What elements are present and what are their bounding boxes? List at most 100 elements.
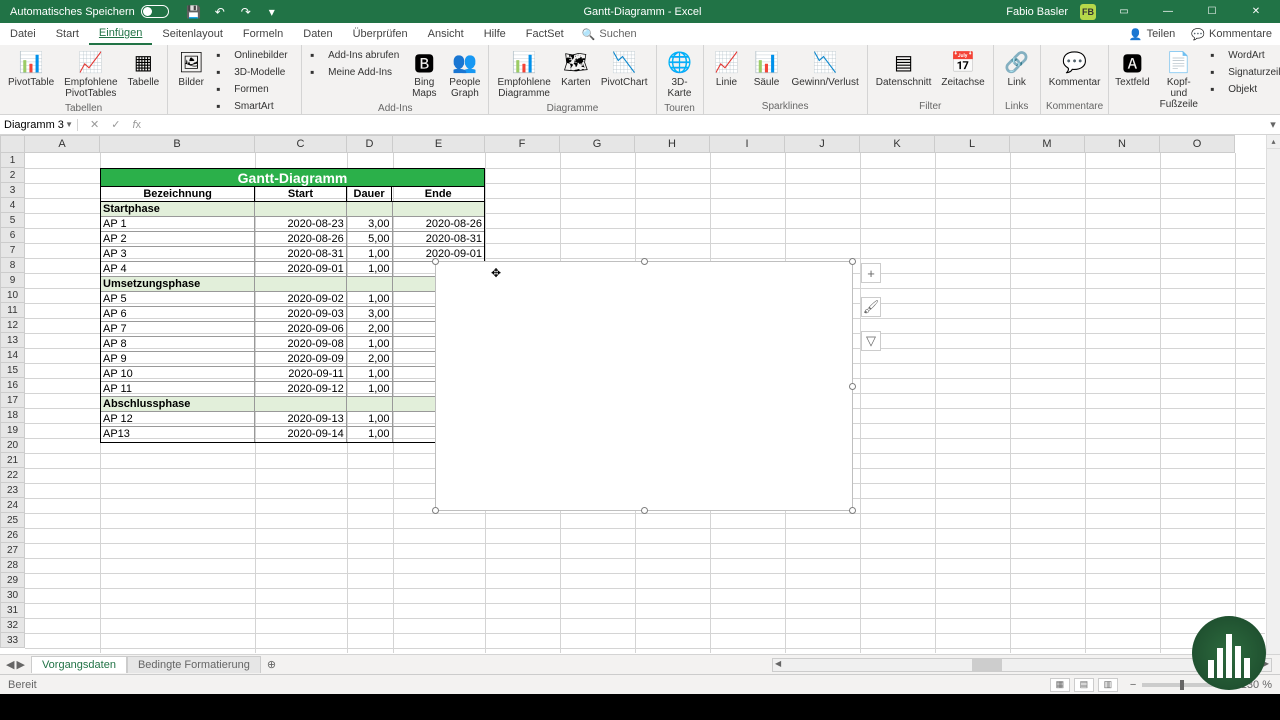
ribbon-btn-onlinebilder[interactable]: ▪Onlinebilder: [212, 47, 297, 63]
ribbon-btn-s-ule[interactable]: 📊Säule: [748, 47, 786, 90]
row-header-13[interactable]: 13: [0, 333, 25, 348]
row-header-24[interactable]: 24: [0, 498, 25, 513]
row-header-16[interactable]: 16: [0, 378, 25, 393]
search-box[interactable]: 🔍 Suchen: [574, 23, 645, 45]
resize-handle-s[interactable]: [641, 507, 648, 514]
sheet-tab-other[interactable]: Bedingte Formatierung: [127, 656, 261, 673]
row-header-28[interactable]: 28: [0, 558, 25, 573]
table-row[interactable]: AP 92020-09-092,0020: [101, 352, 484, 367]
cancel-formula-icon[interactable]: ✕: [90, 118, 99, 131]
ribbon-tab-daten[interactable]: Daten: [293, 23, 342, 45]
col-header-O[interactable]: O: [1160, 135, 1235, 153]
minimize-icon[interactable]: —: [1152, 0, 1184, 23]
table-row[interactable]: AP 12020-08-233,002020-08-26: [101, 217, 484, 232]
resize-handle-se[interactable]: [849, 507, 856, 514]
table-row[interactable]: AP 112020-09-121,0020: [101, 382, 484, 397]
vertical-scrollbar[interactable]: ▴: [1266, 135, 1280, 654]
ribbon-btn-gewinn-verlust[interactable]: 📉Gewinn/Verlust: [788, 47, 863, 90]
table-row[interactable]: AP132020-09-141,0020: [101, 427, 484, 442]
resize-handle-n[interactable]: [641, 258, 648, 265]
col-header-H[interactable]: H: [635, 135, 710, 153]
row-header-32[interactable]: 32: [0, 618, 25, 633]
sheet-nav-next-icon[interactable]: ▶: [16, 658, 24, 671]
row-header-7[interactable]: 7: [0, 243, 25, 258]
ribbon-btn-wordart[interactable]: ▪WordArt: [1206, 47, 1280, 63]
row-header-8[interactable]: 8: [0, 258, 25, 273]
ribbon-btn--d-modelle[interactable]: ▪3D-Modelle: [212, 64, 297, 80]
ribbon-btn-link[interactable]: 🔗Link: [998, 47, 1036, 90]
ribbon-btn-bilder[interactable]: 🖼Bilder: [172, 47, 210, 90]
close-icon[interactable]: ✕: [1240, 0, 1272, 23]
table-row[interactable]: Abschlussphase: [101, 397, 484, 412]
col-header-D[interactable]: D: [347, 135, 393, 153]
share-button[interactable]: 👤 Teilen: [1121, 23, 1183, 45]
row-header-19[interactable]: 19: [0, 423, 25, 438]
row-header-1[interactable]: 1: [0, 153, 25, 168]
ribbon-btn-add-ins-abrufen[interactable]: ▪Add-Ins abrufen: [306, 47, 403, 63]
ribbon-btn-people-graph[interactable]: 👥PeopleGraph: [445, 47, 484, 101]
row-header-4[interactable]: 4: [0, 198, 25, 213]
resize-handle-nw[interactable]: [432, 258, 439, 265]
col-header-E[interactable]: E: [393, 135, 485, 153]
table-row[interactable]: AP 62020-09-033,0020: [101, 307, 484, 322]
fx-icon[interactable]: fx: [132, 119, 141, 131]
ribbon-btn-pivottable[interactable]: 📊PivotTable: [4, 47, 58, 90]
ribbon-btn-pivotchart[interactable]: 📉PivotChart: [597, 47, 652, 90]
ribbon-btn-bing-maps[interactable]: 🅱BingMaps: [405, 47, 443, 101]
zoom-out-button[interactable]: −: [1130, 679, 1136, 691]
col-header-L[interactable]: L: [935, 135, 1010, 153]
row-header-21[interactable]: 21: [0, 453, 25, 468]
ribbon-options-icon[interactable]: ▭: [1108, 0, 1140, 23]
ribbon-btn-textfeld[interactable]: 🅰Textfeld: [1113, 47, 1151, 90]
col-header-F[interactable]: F: [485, 135, 560, 153]
row-header-6[interactable]: 6: [0, 228, 25, 243]
row-header-26[interactable]: 26: [0, 528, 25, 543]
row-header-3[interactable]: 3: [0, 183, 25, 198]
view-pagelayout-button[interactable]: ▤: [1074, 678, 1094, 692]
row-header-33[interactable]: 33: [0, 633, 25, 648]
ribbon-btn-empfohlene-diagramme[interactable]: 📊EmpfohleneDiagramme: [493, 47, 554, 101]
ribbon-tab-hilfe[interactable]: Hilfe: [474, 23, 516, 45]
table-row[interactable]: AP 32020-08-311,002020-09-01: [101, 247, 484, 262]
ribbon-btn-empfohlene-pivottables[interactable]: 📈EmpfohlenePivotTables: [60, 47, 121, 101]
table-row[interactable]: Startphase: [101, 202, 484, 217]
col-header-B[interactable]: B: [100, 135, 255, 153]
redo-icon[interactable]: ↷: [239, 5, 253, 19]
ribbon-btn-signaturzeile[interactable]: ▪Signaturzeile: [1206, 64, 1280, 80]
table-row[interactable]: Umsetzungsphase: [101, 277, 484, 292]
col-header-C[interactable]: C: [255, 135, 347, 153]
table-row[interactable]: AP 22020-08-265,002020-08-31: [101, 232, 484, 247]
row-header-20[interactable]: 20: [0, 438, 25, 453]
user-avatar[interactable]: FB: [1080, 4, 1096, 20]
ribbon-tab-überprüfen[interactable]: Überprüfen: [343, 23, 418, 45]
comments-button[interactable]: 💬 Kommentare: [1183, 23, 1280, 45]
row-header-17[interactable]: 17: [0, 393, 25, 408]
gantt-table[interactable]: Gantt-Diagramm Bezeichnung Start Dauer E…: [100, 168, 485, 443]
table-row[interactable]: AP 122020-09-131,0020: [101, 412, 484, 427]
row-header-31[interactable]: 31: [0, 603, 25, 618]
ribbon-btn-meine-add-ins[interactable]: ▪Meine Add-Ins: [306, 64, 403, 80]
ribbon-tab-ansicht[interactable]: Ansicht: [418, 23, 474, 45]
row-header-5[interactable]: 5: [0, 213, 25, 228]
table-row[interactable]: AP 42020-09-011,0020: [101, 262, 484, 277]
ribbon-btn-datenschnitt[interactable]: ▤Datenschnitt: [872, 47, 936, 90]
row-header-25[interactable]: 25: [0, 513, 25, 528]
row-header-29[interactable]: 29: [0, 573, 25, 588]
col-header-M[interactable]: M: [1010, 135, 1085, 153]
save-icon[interactable]: 💾: [187, 5, 201, 19]
ribbon-btn-zeitachse[interactable]: 📅Zeitachse: [937, 47, 988, 90]
row-header-15[interactable]: 15: [0, 363, 25, 378]
name-box[interactable]: Diagramm 3▼: [0, 119, 78, 131]
row-header-2[interactable]: 2: [0, 168, 25, 183]
table-row[interactable]: AP 82020-09-081,0020: [101, 337, 484, 352]
resize-handle-sw[interactable]: [432, 507, 439, 514]
row-header-11[interactable]: 11: [0, 303, 25, 318]
row-header-14[interactable]: 14: [0, 348, 25, 363]
ribbon-btn-kopf-und-fu-zeile[interactable]: 📄Kopf-und Fußzeile: [1153, 47, 1204, 112]
ribbon-btn-formen[interactable]: ▪Formen: [212, 81, 297, 97]
col-header-J[interactable]: J: [785, 135, 860, 153]
ribbon-tab-seitenlayout[interactable]: Seitenlayout: [152, 23, 233, 45]
row-header-18[interactable]: 18: [0, 408, 25, 423]
view-normal-button[interactable]: ▦: [1050, 678, 1070, 692]
col-header-K[interactable]: K: [860, 135, 935, 153]
